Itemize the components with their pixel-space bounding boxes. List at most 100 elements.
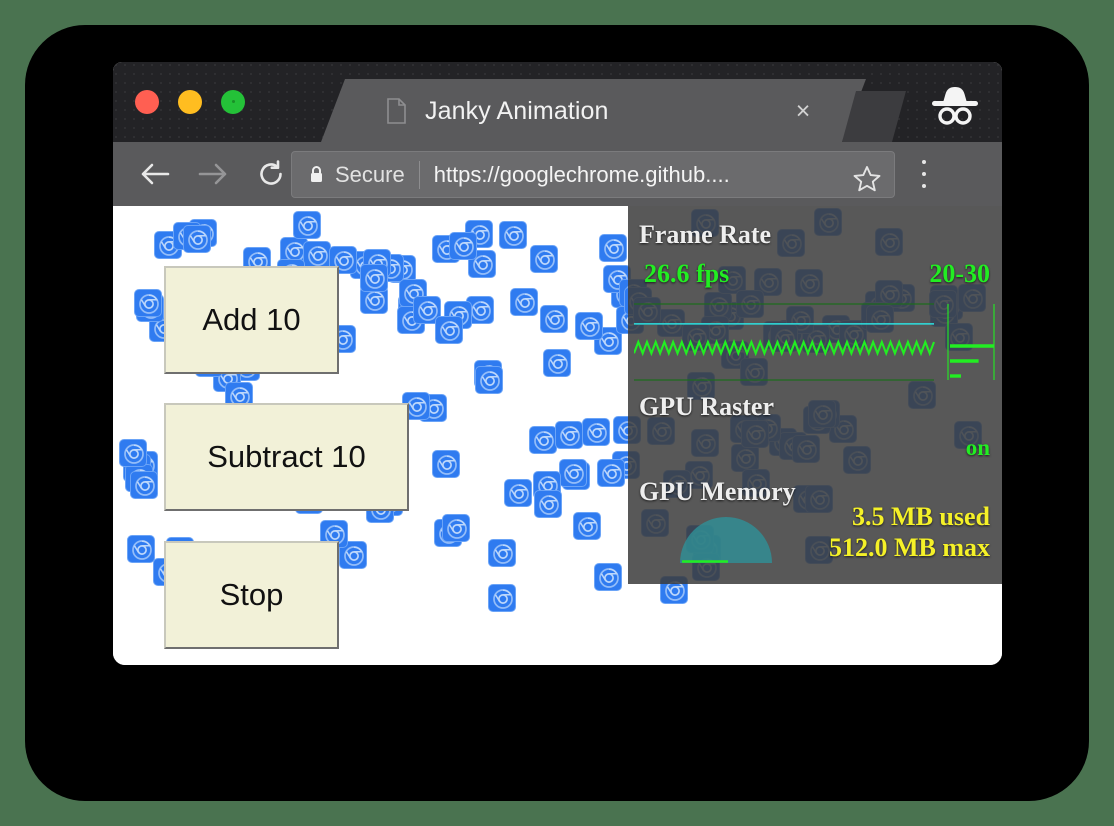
hud-gpu-memory-used: 3.5 MB used	[852, 502, 990, 532]
chrome-logo-sprite	[559, 459, 587, 487]
forward-button[interactable]	[191, 152, 235, 196]
subtract-10-button[interactable]: Subtract 10	[164, 403, 409, 511]
chrome-logo-sprite	[435, 316, 463, 344]
page-viewport: Add 10 Subtract 10 Stop Frame Rate 26.6 …	[113, 206, 1002, 665]
chrome-logo-glyph	[343, 545, 365, 567]
chrome-logo-glyph	[579, 316, 601, 338]
document-icon	[387, 98, 406, 124]
menu-dot	[922, 184, 926, 188]
chrome-logo-sprite	[303, 241, 331, 269]
chrome-logo-glyph	[598, 567, 620, 589]
chrome-logo-sprite	[534, 490, 562, 518]
chrome-logo-glyph	[544, 309, 566, 331]
omnibox-divider	[419, 161, 420, 189]
forward-icon	[198, 161, 228, 187]
chrome-logo-glyph	[563, 463, 585, 485]
maximize-window-button[interactable]	[221, 90, 245, 114]
chrome-logo-glyph	[297, 215, 319, 237]
chrome-logo-sprite	[488, 584, 516, 612]
lock-icon	[309, 165, 324, 184]
chrome-logo-glyph	[492, 588, 514, 610]
chrome-logo-sprite	[360, 264, 388, 292]
chrome-logo-glyph	[406, 396, 428, 418]
tab-title: Janky Animation	[425, 97, 609, 126]
chrome-logo-sprite	[530, 245, 558, 273]
tab-strip: Janky Animation ×	[113, 62, 1002, 142]
chrome-logo-sprite	[543, 349, 571, 377]
browser-window: Janky Animation ×	[113, 62, 1002, 665]
chrome-logo-glyph	[134, 475, 156, 497]
chrome-logo-glyph	[508, 483, 530, 505]
gpu-memory-gauge	[676, 511, 776, 567]
menu-dot	[922, 172, 926, 176]
stop-button[interactable]: Stop	[164, 541, 339, 649]
chrome-logo-sprite	[449, 232, 477, 260]
chrome-logo-glyph	[439, 320, 461, 342]
chrome-logo-glyph	[364, 268, 386, 290]
chrome-logo-sprite	[134, 289, 162, 317]
back-button[interactable]	[133, 152, 177, 196]
chrome-logo-sprite	[575, 312, 603, 340]
minimize-window-button[interactable]	[178, 90, 202, 114]
back-icon	[140, 161, 170, 187]
chrome-logo-glyph	[123, 443, 145, 465]
omnibox[interactable]: Secure https://googlechrome.github....	[291, 151, 895, 198]
chrome-logo-sprite	[582, 418, 610, 446]
hud-heading-frame-rate: Frame Rate	[639, 220, 771, 250]
chrome-logo-glyph	[514, 292, 536, 314]
bookmark-star-icon[interactable]	[852, 164, 882, 194]
hud-frame-rate-current: 26.6 fps	[644, 259, 729, 289]
incognito-icon	[928, 82, 982, 130]
chrome-logo-sprite	[529, 426, 557, 454]
reload-button[interactable]	[249, 152, 293, 196]
chrome-logo-glyph	[503, 225, 525, 247]
chrome-logo-sprite	[127, 535, 155, 563]
chrome-logo-glyph	[601, 463, 623, 485]
chrome-logo-sprite	[555, 421, 583, 449]
fps-hud-overlay: Frame Rate 26.6 fps 20-30 GPU Raster on …	[628, 206, 1002, 584]
chrome-logo-sprite	[510, 288, 538, 316]
browser-toolbar: Secure https://googlechrome.github....	[113, 142, 1002, 206]
chrome-logo-sprite	[442, 514, 470, 542]
tab-janky-animation[interactable]: Janky Animation ×	[321, 79, 866, 142]
chrome-logo-sprite	[597, 459, 625, 487]
chrome-logo-glyph	[446, 518, 468, 540]
chrome-logo-glyph	[547, 353, 569, 375]
chrome-logo-glyph	[364, 290, 386, 312]
menu-dot	[922, 160, 926, 164]
chrome-logo-glyph	[453, 236, 475, 258]
chrome-logo-sprite	[573, 512, 601, 540]
chrome-logo-glyph	[436, 454, 458, 476]
add-10-button[interactable]: Add 10	[164, 266, 339, 374]
chrome-logo-sprite	[504, 479, 532, 507]
chrome-logo-sprite	[499, 221, 527, 249]
chrome-logo-sprite	[475, 366, 503, 394]
chrome-logo-sprite	[594, 563, 622, 591]
close-window-button[interactable]	[135, 90, 159, 114]
chrome-logo-glyph	[538, 494, 560, 516]
chrome-logo-glyph	[603, 238, 625, 260]
hud-heading-gpu-memory: GPU Memory	[639, 477, 796, 507]
gpu-memory-dome	[680, 517, 772, 563]
hud-gpu-memory-max: 512.0 MB max	[829, 533, 990, 563]
chrome-logo-glyph	[131, 539, 153, 561]
chrome-logo-sprite	[119, 439, 147, 467]
reload-icon	[256, 159, 286, 189]
chrome-logo-sprite	[130, 471, 158, 499]
frame-rate-graph	[634, 302, 996, 382]
omnibox-url-text: https://googlechrome.github....	[434, 162, 730, 188]
chrome-logo-glyph	[470, 300, 492, 322]
chrome-logo-glyph	[479, 370, 501, 392]
hud-gpu-raster-state: on	[966, 435, 990, 461]
chrome-logo-sprite	[432, 450, 460, 478]
more-options-button[interactable]	[911, 160, 937, 188]
chrome-logo-glyph	[138, 293, 160, 315]
chrome-logo-sprite	[540, 305, 568, 333]
chrome-logo-sprite	[488, 539, 516, 567]
chrome-logo-glyph	[533, 430, 555, 452]
tab-close-button[interactable]: ×	[787, 95, 819, 127]
hud-frame-rate-range: 20-30	[929, 259, 990, 289]
chrome-logo-glyph	[492, 543, 514, 565]
security-status-label: Secure	[335, 162, 405, 188]
chrome-logo-sprite	[293, 211, 321, 239]
